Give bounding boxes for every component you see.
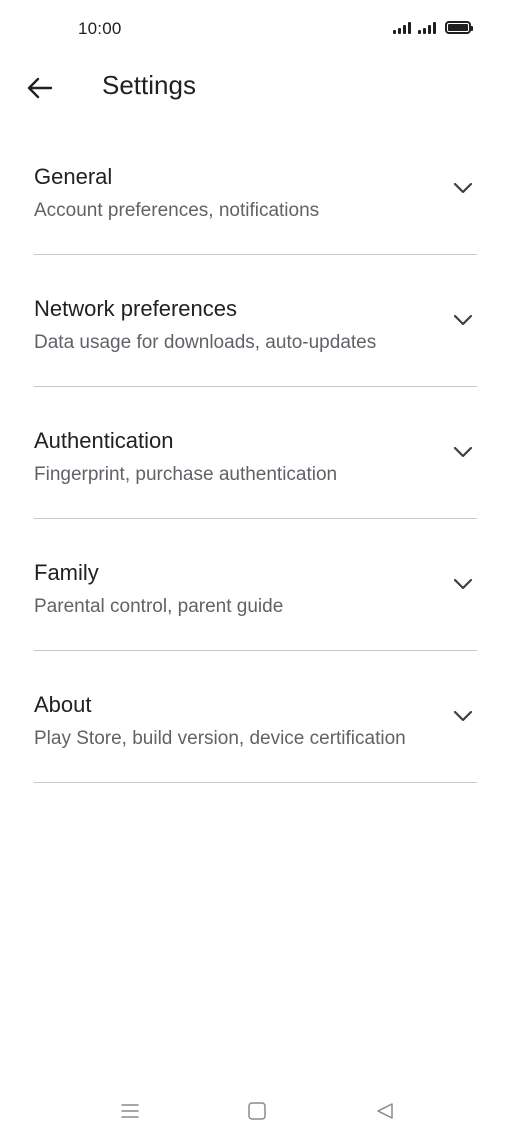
chevron-down-icon[interactable] (453, 313, 473, 327)
signal-icon (393, 22, 411, 34)
settings-item-about[interactable]: About Play Store, build version, device … (34, 651, 477, 783)
system-back-button[interactable] (370, 1096, 400, 1126)
chevron-down-icon[interactable] (453, 181, 473, 195)
signal-icon (418, 22, 436, 34)
status-icons (393, 21, 473, 34)
settings-item-family[interactable]: Family Parental control, parent guide (34, 519, 477, 651)
setting-title: Family (34, 560, 99, 585)
settings-list: General Account preferences, notificatio… (34, 123, 477, 783)
setting-subtitle: Account preferences, notifications (34, 200, 320, 221)
settings-item-network-preferences[interactable]: Network preferences Data usage for downl… (34, 255, 477, 387)
chevron-down-icon[interactable] (453, 709, 473, 723)
menu-button[interactable] (115, 1096, 145, 1126)
setting-subtitle: Parental control, parent guide (34, 596, 284, 617)
chevron-down-icon[interactable] (453, 445, 473, 459)
setting-subtitle: Play Store, build version, device certif… (34, 728, 406, 749)
page-title: Settings (102, 70, 196, 100)
status-bar: 10:00 (0, 0, 511, 60)
chevron-down-icon[interactable] (453, 577, 473, 591)
settings-item-authentication[interactable]: Authentication Fingerprint, purchase aut… (34, 387, 477, 519)
setting-title: General (34, 164, 113, 189)
back-triangle-icon (377, 1103, 393, 1119)
arrow-back-icon (27, 77, 53, 99)
system-nav-bar (0, 1082, 511, 1142)
setting-title: About (34, 692, 92, 717)
app-bar: Settings (0, 60, 511, 112)
battery-icon (445, 21, 473, 34)
back-button[interactable] (20, 68, 60, 108)
setting-title: Network preferences (34, 296, 237, 321)
menu-icon (121, 1104, 139, 1118)
home-icon (248, 1102, 266, 1120)
home-button[interactable] (242, 1096, 272, 1126)
settings-item-general[interactable]: General Account preferences, notificatio… (34, 123, 477, 255)
setting-title: Authentication (34, 428, 174, 453)
setting-subtitle: Fingerprint, purchase authentication (34, 464, 338, 485)
status-time: 10:00 (78, 19, 122, 38)
setting-subtitle: Data usage for downloads, auto-updates (34, 332, 377, 353)
